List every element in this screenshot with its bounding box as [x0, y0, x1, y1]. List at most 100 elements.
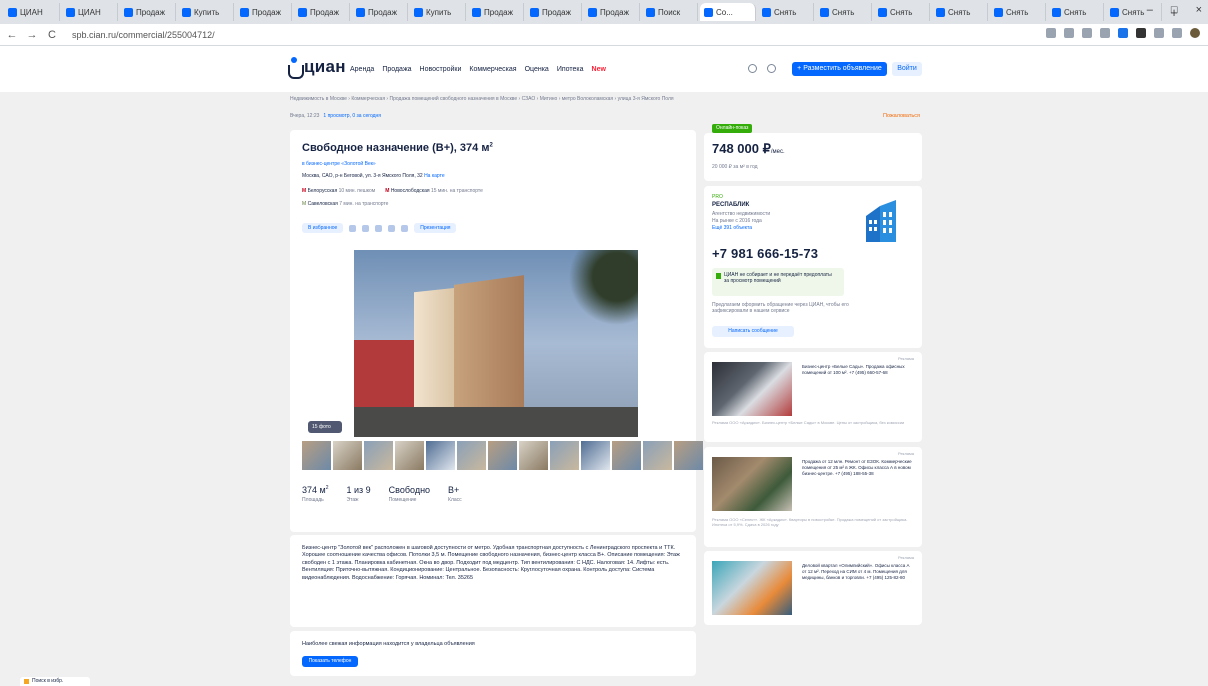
maximize-button[interactable]: □	[1171, 4, 1178, 16]
photo-thumbnail[interactable]	[581, 441, 610, 470]
price: 748 000 ₽/мес.	[712, 141, 785, 156]
photo-thumbnail[interactable]	[643, 441, 672, 470]
browser-tab[interactable]: Снять	[874, 3, 930, 21]
photo-thumbnail[interactable]	[364, 441, 393, 470]
favorites-icon[interactable]	[748, 64, 757, 73]
agent-name[interactable]: РЕСПАБЛИК	[712, 202, 749, 208]
browser-tab[interactable]: Снять	[816, 3, 872, 21]
metro-item[interactable]: M Белорусская 10 мин. пешком	[302, 188, 375, 194]
photo-thumbnail[interactable]	[302, 441, 331, 470]
nav-newbuildings[interactable]: Новостройки	[420, 66, 462, 73]
photo-thumbnail[interactable]	[488, 441, 517, 470]
complain-link[interactable]: Пожаловаться	[883, 113, 920, 119]
photo-thumbnail[interactable]	[333, 441, 362, 470]
ad-text[interactable]: Бизнес-центр «Белые Сады». Продажа офисн…	[802, 364, 912, 376]
tab-label: ЦИАН	[78, 7, 101, 17]
close-window-button[interactable]: ×	[1196, 4, 1202, 16]
ad-text[interactable]: Деловой квартал «Олимпийский». Офисы кла…	[802, 563, 912, 581]
browser-tab[interactable]: Продаж	[352, 3, 408, 21]
nav-commercial[interactable]: Коммерческая	[469, 66, 516, 73]
post-ad-button[interactable]: + Разместить объявление	[792, 62, 887, 76]
browser-tab[interactable]: Продаж	[120, 3, 176, 21]
nav-valuation[interactable]: Оценка	[525, 66, 549, 73]
download-icon[interactable]	[375, 224, 383, 232]
browser-tab[interactable]: Купить	[178, 3, 234, 21]
extension-icon[interactable]	[1082, 28, 1092, 38]
extension-icon[interactable]	[1046, 28, 1056, 38]
photo-thumbnail[interactable]	[395, 441, 424, 470]
ad-card[interactable]: Реклама Деловой квартал «Олимпийский». О…	[704, 551, 922, 625]
agent-logo-icon	[866, 200, 896, 242]
tab-label: Снять	[948, 7, 971, 17]
ad-card[interactable]: Реклама Бизнес-центр «Белые Сады». Прода…	[704, 352, 922, 442]
nav-mortgage[interactable]: Ипотека	[557, 66, 584, 73]
reload-button[interactable]: C	[46, 29, 58, 41]
photo-thumbnail[interactable]	[674, 441, 703, 470]
browser-tab[interactable]: Продаж	[468, 3, 524, 21]
photo-thumbnail[interactable]	[426, 441, 455, 470]
photo-thumbnail[interactable]	[550, 441, 579, 470]
ad-image[interactable]	[712, 457, 792, 511]
url-field[interactable]: spb.cian.ru/commercial/255004712/	[72, 30, 215, 40]
login-button[interactable]: Войти	[892, 62, 922, 76]
browser-tab[interactable]: Продаж	[584, 3, 640, 21]
browser-tab[interactable]: ЦИАН	[62, 3, 118, 21]
hide-icon[interactable]	[401, 224, 409, 232]
ad-text[interactable]: Продажа от 12 млн. Ремонт от ЕЗОК. Комме…	[802, 459, 912, 477]
browser-tab[interactable]: Снять	[990, 3, 1046, 21]
print-icon[interactable]	[388, 224, 396, 232]
business-center-link[interactable]: в бизнес-центре «Золотой Век»	[302, 161, 376, 167]
share-icon[interactable]	[362, 224, 370, 232]
saved-search-widget[interactable]: Поиск в избр.	[20, 677, 90, 686]
metro-item[interactable]: M Новослободская 15 мин. на транспорте	[385, 188, 483, 194]
forward-button[interactable]: →	[26, 29, 38, 41]
show-phone-button[interactable]: Показать телефон	[302, 656, 358, 667]
fact-floor: 1 из 9 Этаж	[346, 485, 371, 503]
ad-image[interactable]	[712, 561, 792, 615]
nav-sale[interactable]: Продажа	[382, 66, 411, 73]
browser-tab[interactable]: Снять	[932, 3, 988, 21]
browser-tab[interactable]: Продаж	[526, 3, 582, 21]
ad-card[interactable]: Реклама Продажа от 12 млн. Ремонт от ЕЗО…	[704, 447, 922, 547]
back-button[interactable]: ←	[6, 29, 18, 41]
notifications-icon[interactable]	[767, 64, 776, 73]
cian-favicon-icon	[472, 7, 481, 17]
views-counter[interactable]: 1 просмотр, 0 за сегодня	[323, 113, 381, 119]
browser-tab[interactable]: Продаж	[236, 3, 292, 21]
profile-avatar-icon[interactable]	[1190, 28, 1200, 38]
extension-icon[interactable]	[1136, 28, 1146, 38]
nav-rent[interactable]: Аренда	[350, 66, 374, 73]
photo-thumbnail[interactable]	[457, 441, 486, 470]
main-photo[interactable]	[354, 250, 638, 437]
minimize-button[interactable]: –	[1147, 4, 1153, 16]
photo-thumbnail[interactable]	[519, 441, 548, 470]
presentation-button[interactable]: Презентация	[414, 223, 457, 233]
extension-icon[interactable]	[1100, 28, 1110, 38]
listing-card: Свободное назначение (B+), 374 м2 в бизн…	[290, 130, 703, 532]
ad-image[interactable]	[712, 362, 792, 416]
metro-item[interactable]: M Савеловская 7 мин. на транспорте	[302, 201, 388, 207]
breadcrumb[interactable]: Недвижимость в Москве › Коммерческая › П…	[290, 96, 674, 102]
photo-thumbnail[interactable]	[612, 441, 641, 470]
agent-phone[interactable]: +7 981 666-15-73	[712, 246, 818, 261]
browser-tab[interactable]: Со...	[700, 3, 756, 21]
browser-tab[interactable]: Снять	[1048, 3, 1104, 21]
nav-new[interactable]: New	[592, 66, 606, 73]
write-message-button[interactable]: Написать сообщение	[712, 326, 794, 337]
ad-disclaimer: Реклама ООО «Селект». ЖК «Аркадия». Квар…	[712, 517, 908, 527]
cian-logo[interactable]: циан	[288, 57, 346, 79]
browser-tab[interactable]: Снять	[758, 3, 814, 21]
favorite-button[interactable]: В избранное	[302, 223, 344, 233]
extension-icon[interactable]	[1064, 28, 1074, 38]
extension-icon[interactable]	[1172, 28, 1182, 38]
browser-tab[interactable]: ЦИАН	[4, 3, 60, 21]
extension-icon[interactable]	[1118, 28, 1128, 38]
map-link[interactable]: На карте	[424, 173, 445, 179]
extension-icon[interactable]	[1154, 28, 1164, 38]
compare-icon[interactable]	[349, 224, 357, 232]
photo-count-badge[interactable]: 15 фото	[308, 421, 342, 433]
browser-tab[interactable]: Поиск	[642, 3, 698, 21]
browser-tab[interactable]: Купить	[410, 3, 466, 21]
browser-tab[interactable]: Продаж	[294, 3, 350, 21]
agent-objects-link[interactable]: Ещё 391 объекта	[712, 225, 752, 231]
